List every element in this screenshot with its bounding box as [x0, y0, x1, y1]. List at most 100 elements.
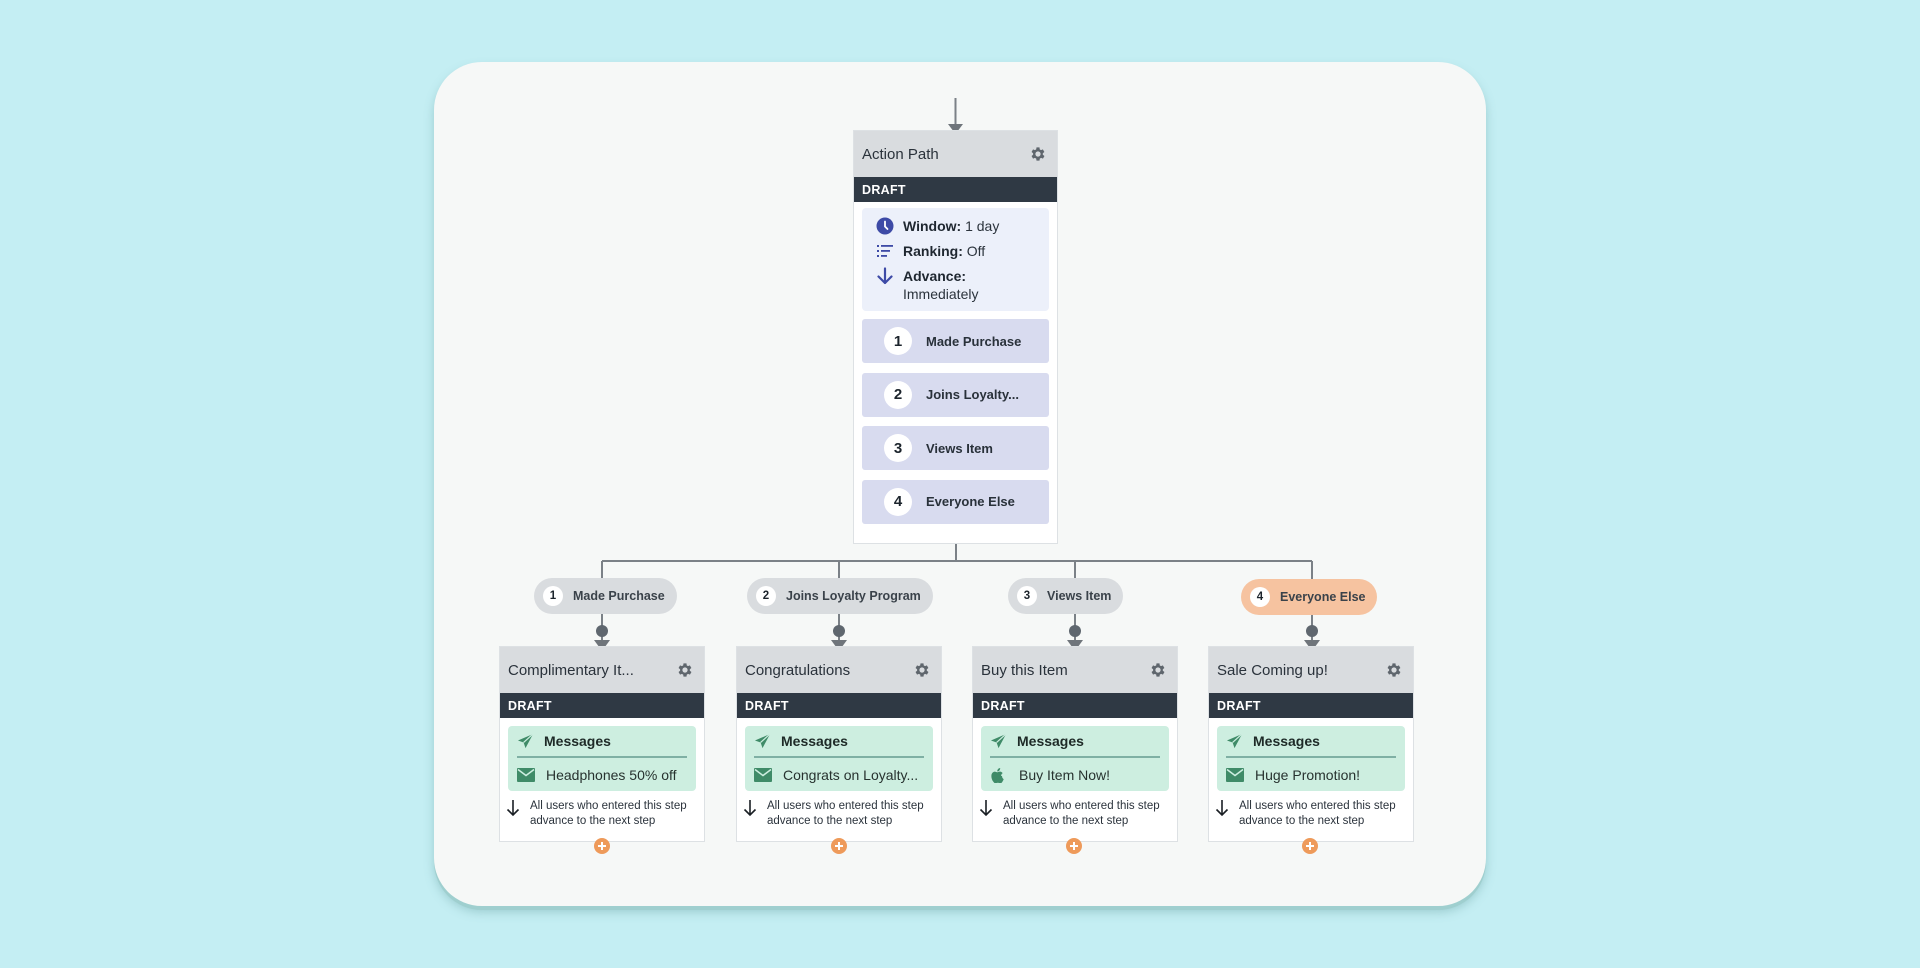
step-title: Complimentary It...: [508, 661, 634, 679]
clock-icon: [876, 217, 894, 235]
setting-value: 1 day: [965, 218, 1000, 234]
ranking-list-icon: [876, 242, 894, 260]
branch-pill[interactable]: 2 Joins Loyalty Program: [747, 578, 933, 614]
advance-note-text: All users who entered this step advance …: [1003, 800, 1160, 827]
setting-label: Advance:: [903, 268, 967, 284]
arrow-down-icon: [979, 799, 993, 817]
setting-label: Ranking:: [903, 243, 963, 259]
add-step-button[interactable]: [1302, 838, 1318, 854]
gear-icon[interactable]: [1385, 661, 1403, 679]
messages-box: Messages Congrats on Loyalty...: [745, 726, 933, 791]
branch-pill[interactable]: 1 Made Purchase: [534, 578, 677, 614]
messages-header: Messages: [754, 726, 924, 758]
advance-note: All users who entered this step advance …: [500, 791, 704, 829]
add-step-button[interactable]: [1066, 838, 1082, 854]
setting-ranking: Ranking: Off: [876, 242, 1039, 260]
branch-pill[interactable]: 3 Views Item: [1008, 578, 1124, 614]
add-step-button[interactable]: [831, 838, 847, 854]
messages-header: Messages: [1226, 726, 1396, 758]
arrow-down-icon: [1215, 799, 1229, 817]
gear-icon[interactable]: [1149, 661, 1167, 679]
step-title: Buy this Item: [981, 661, 1068, 679]
message-item[interactable]: Huge Promotion!: [1226, 758, 1396, 791]
path-number: 2: [884, 380, 912, 409]
messages-box: Messages Headphones 50% off: [508, 726, 696, 791]
path-label: Views Item: [926, 440, 993, 456]
step-card[interactable]: Buy this Item DRAFT Messages Buy Item No…: [972, 646, 1178, 842]
message-item[interactable]: Headphones 50% off: [517, 758, 687, 791]
plus-icon: [1070, 842, 1078, 850]
paper-plane-icon: [754, 732, 771, 750]
action-path-item[interactable]: 2 Joins Loyalty...: [862, 372, 1049, 417]
setting-label: Window:: [903, 218, 962, 234]
branch-number: 4: [1250, 587, 1270, 607]
draft-status-bar: DRAFT: [500, 693, 704, 718]
action-path-settings[interactable]: Window: 1 day Ranking: Off Advance: Immed…: [862, 208, 1049, 311]
step-header: Sale Coming up!: [1209, 647, 1413, 693]
path-label: Joins Loyalty...: [926, 387, 1019, 402]
draft-status-bar: DRAFT: [737, 693, 941, 718]
step-card[interactable]: Congratulations DRAFT Messages Congrats …: [736, 646, 942, 842]
advance-note-text: All users who entered this step advance …: [530, 800, 687, 827]
draft-status-bar: DRAFT: [1209, 693, 1413, 718]
message-name: Huge Promotion!: [1255, 766, 1361, 783]
setting-value: Immediately: [903, 286, 979, 302]
messages-header: Messages: [517, 726, 687, 758]
message-item[interactable]: Buy Item Now!: [990, 758, 1160, 791]
gear-icon[interactable]: [676, 661, 694, 679]
step-card[interactable]: Complimentary It... DRAFT Messages Headp…: [499, 646, 705, 842]
gear-icon[interactable]: [913, 661, 931, 679]
step-header: Congratulations: [737, 647, 941, 693]
action-paths-list: 1 Made Purchase 2 Joins Loyalty... 3 Vie…: [862, 319, 1049, 524]
branch-pill-active[interactable]: 4 Everyone Else: [1241, 579, 1378, 615]
advance-note-text: All users who entered this step advance …: [767, 800, 924, 827]
arrow-down-icon: [506, 799, 520, 817]
messages-label: Messages: [1017, 733, 1084, 749]
draft-status-bar: DRAFT: [973, 693, 1177, 718]
setting-window: Window: 1 day: [876, 217, 1039, 235]
action-path-header: Action Path: [854, 131, 1057, 177]
messages-label: Messages: [781, 733, 848, 749]
branch-number: 3: [1017, 586, 1037, 606]
gear-icon[interactable]: [1029, 145, 1047, 163]
plus-icon: [1306, 842, 1314, 850]
messages-label: Messages: [544, 733, 611, 749]
branch-label: Made Purchase: [573, 589, 665, 603]
advance-note: All users who entered this step advance …: [973, 791, 1177, 829]
plus-icon: [835, 842, 843, 850]
path-number: 3: [884, 434, 912, 462]
action-path-item[interactable]: 1 Made Purchase: [862, 319, 1049, 363]
advance-note: All users who entered this step advance …: [737, 791, 941, 829]
messages-box: Messages Huge Promotion!: [1217, 726, 1405, 791]
path-number: 1: [884, 327, 912, 355]
action-path-card[interactable]: Action Path DRAFT Window: 1 day Ranking:…: [853, 130, 1058, 544]
action-path-item[interactable]: 3 Views Item: [862, 426, 1049, 470]
path-label: Made Purchase: [926, 333, 1022, 349]
messages-box: Messages Buy Item Now!: [981, 726, 1169, 791]
branch-label: Everyone Else: [1280, 590, 1366, 604]
action-path-item[interactable]: 4 Everyone Else: [862, 479, 1049, 524]
arrow-down-icon: [876, 267, 894, 285]
paper-plane-icon: [990, 732, 1007, 750]
step-header: Buy this Item: [973, 647, 1177, 693]
arrow-down-icon: [743, 799, 757, 817]
step-card[interactable]: Sale Coming up! DRAFT Messages Huge Prom…: [1208, 646, 1414, 842]
branch-label: Joins Loyalty Program: [786, 589, 921, 603]
draft-status-bar: DRAFT: [854, 177, 1057, 202]
action-path-title: Action Path: [862, 145, 939, 163]
branch-label: Views Item: [1047, 589, 1112, 603]
step-title: Sale Coming up!: [1217, 661, 1328, 679]
setting-advance: Advance: Immediately: [876, 267, 1039, 303]
advance-note: All users who entered this step advance …: [1209, 791, 1413, 829]
paper-plane-icon: [517, 732, 534, 750]
setting-value: Off: [966, 243, 986, 259]
email-icon: [754, 767, 772, 782]
path-label: Everyone Else: [926, 494, 1015, 509]
step-title: Congratulations: [745, 661, 851, 679]
message-item[interactable]: Congrats on Loyalty...: [754, 758, 924, 791]
step-header: Complimentary It...: [500, 647, 704, 693]
message-name: Headphones 50% off: [546, 766, 677, 783]
messages-header: Messages: [990, 726, 1160, 758]
add-step-button[interactable]: [594, 838, 610, 854]
email-icon: [1226, 767, 1244, 782]
